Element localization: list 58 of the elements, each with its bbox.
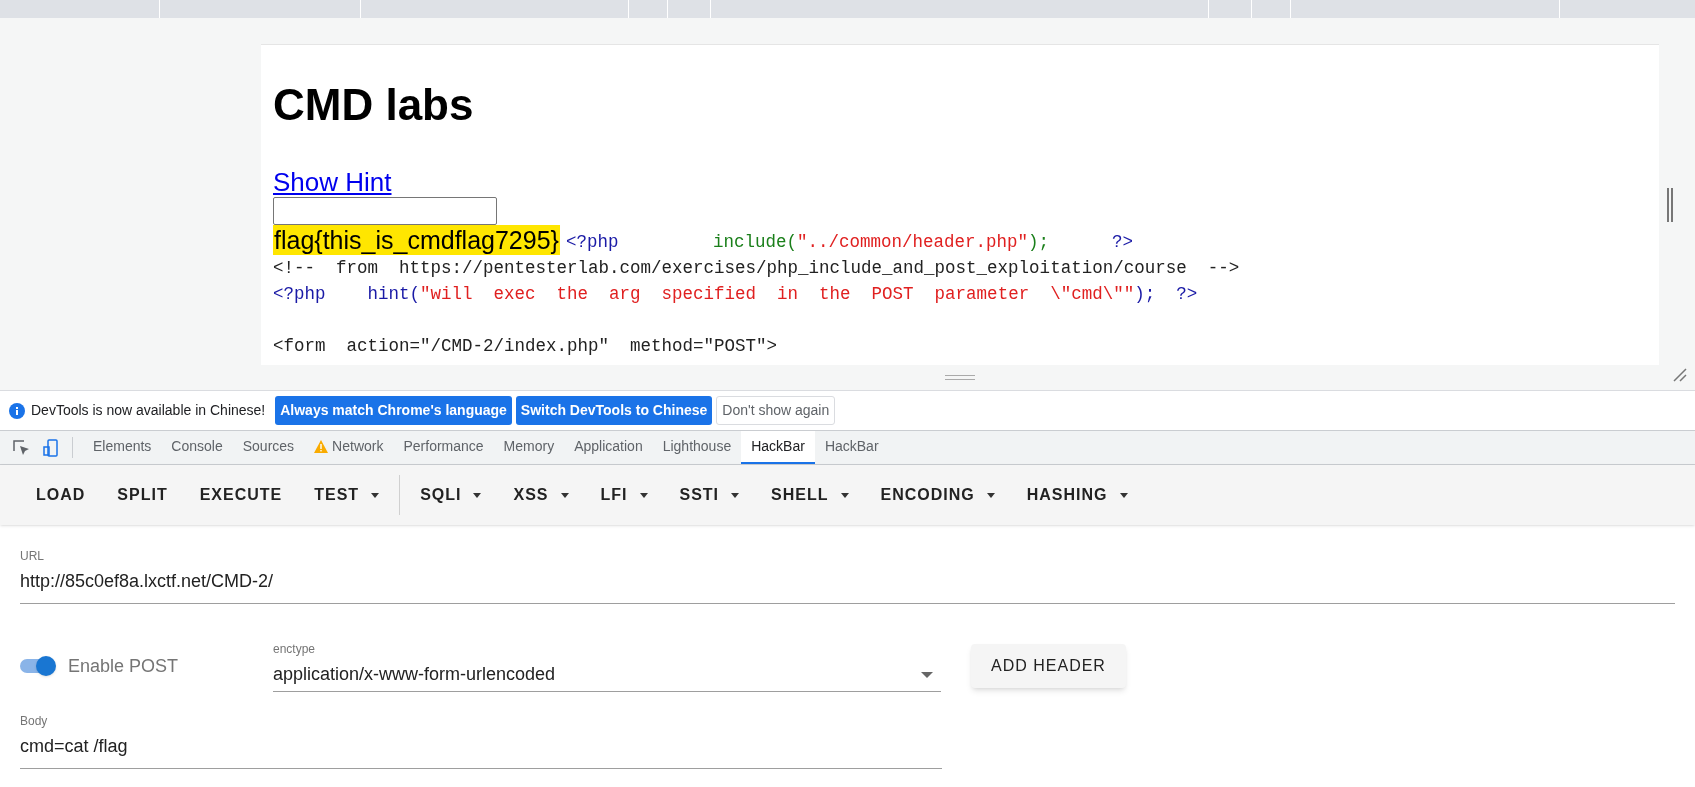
devtools-tab[interactable]: Sources (232, 431, 305, 464)
devtools-tab[interactable]: HackBar (741, 431, 815, 464)
code-line: <?php include("../common/header.php"); ?> (565, 231, 1134, 254)
scrollbar-thumb[interactable] (1667, 188, 1673, 222)
text-input[interactable] (273, 197, 497, 225)
caret-icon (986, 492, 995, 498)
body-field[interactable]: Body cmd=cat /flag (20, 712, 942, 769)
infobar-button[interactable]: Don't show again (716, 396, 836, 425)
caret-icon (639, 492, 648, 498)
devtools-tab[interactable]: Memory (493, 431, 565, 464)
devtools-tab[interactable]: Elements (83, 431, 162, 464)
toolbar-button[interactable]: LFI (584, 477, 664, 513)
toolbar-button[interactable]: TEST (298, 477, 396, 513)
toolbar-button[interactable]: SPLIT (101, 477, 184, 513)
caret-icon (371, 492, 380, 498)
devtools-tab[interactable]: Performance (393, 431, 494, 464)
infobar-button[interactable]: Switch DevTools to Chinese (515, 396, 713, 425)
toolbar-button[interactable]: SQLI (404, 477, 498, 513)
code-line: <!-- from https://pentesterlab.com/exercises/php_include_and_post_exploitation/course --> (273, 257, 1240, 280)
devtools-tab[interactable]: Network (304, 431, 394, 464)
url-label: URL (20, 548, 44, 565)
warning-icon (314, 440, 329, 453)
toolbar-button[interactable]: ENCODING (864, 477, 1011, 513)
devtools-tab[interactable]: Lighthouse (652, 431, 742, 464)
resize-corner-icon[interactable] (1673, 368, 1687, 382)
toolbar-button[interactable]: LOAD (20, 477, 102, 513)
caret-icon (560, 492, 569, 498)
add-header-button[interactable]: ADD HEADER (971, 644, 1126, 688)
caret-icon (840, 492, 849, 498)
toolbar-button[interactable]: SSTI (663, 477, 756, 513)
page-heading: CMD labs (273, 79, 474, 131)
toolbar-button[interactable]: EXECUTE (183, 477, 299, 513)
devtools-tab[interactable]: HackBar (814, 431, 889, 464)
enctype-select[interactable]: enctype application/x-www-form-urlencoded (273, 640, 941, 692)
toolbar-button[interactable]: XSS (497, 477, 585, 513)
caret-icon (1119, 492, 1128, 498)
devtools-tab[interactable]: Application (564, 431, 653, 464)
body-label: Body (20, 713, 48, 730)
info-message: DevTools is now available in Chinese! (31, 401, 266, 420)
toolbar-button[interactable]: SHELL (755, 477, 865, 513)
hint-link[interactable]: Show Hint (273, 167, 392, 197)
inspect-element-icon[interactable] (12, 438, 30, 457)
toolbar-button[interactable]: HASHING (1010, 477, 1144, 513)
dropdown-caret-icon (921, 671, 933, 678)
enable-post-label: Enable POST (68, 654, 180, 678)
devtools-tab[interactable]: Console (161, 431, 233, 464)
code-line: <form action="/CMD-2/index.php" method="POST"> (273, 335, 778, 358)
infobar-button[interactable]: Always match Chrome's language (275, 396, 512, 425)
device-toolbar-icon[interactable] (42, 438, 60, 457)
caret-icon (473, 492, 482, 498)
enctype-label: enctype (273, 641, 316, 658)
info-icon (9, 402, 25, 419)
caret-icon (731, 492, 740, 498)
url-field[interactable]: URL http://85c0ef8a.lxctf.net/CMD-2/ (20, 547, 1675, 604)
resize-grip-icon[interactable] (945, 375, 975, 380)
code-line: <?php hint("will exec the arg specified in the POST parameter \"cmd\""); ?> (273, 283, 1198, 306)
flag-text: flag{this_is_cmdflag7295} (273, 225, 560, 255)
toggle-switch[interactable] (20, 656, 56, 676)
